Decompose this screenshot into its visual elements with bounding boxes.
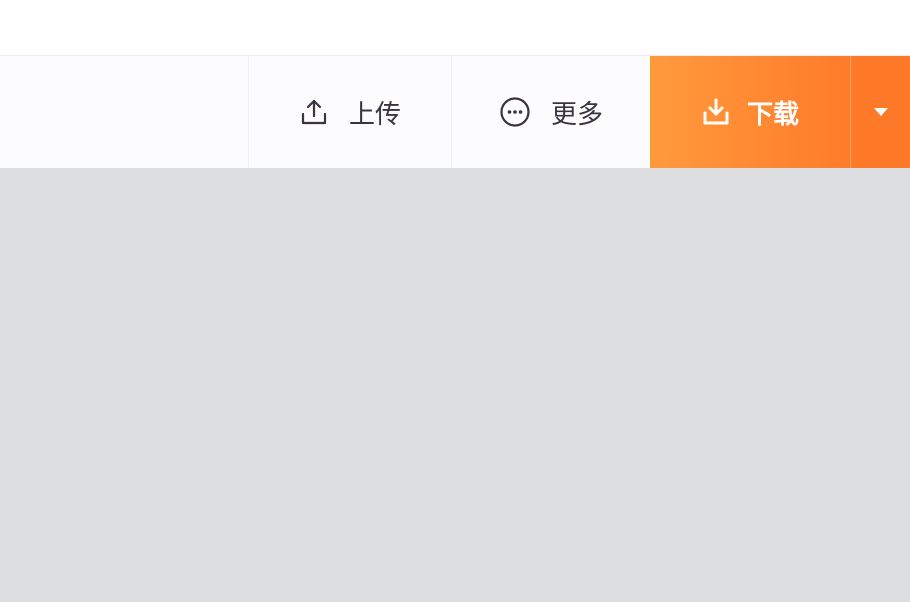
upload-label: 上传	[348, 99, 401, 130]
more-circle-icon	[499, 96, 531, 128]
download-icon	[701, 97, 731, 127]
more-label: 更多	[550, 99, 603, 130]
upload-icon	[299, 97, 329, 127]
action-toolbar: 上传 更多 下载	[0, 56, 910, 168]
download-dropdown-button[interactable]	[851, 56, 910, 168]
download-label: 下载	[746, 99, 799, 130]
download-button[interactable]: 下载	[650, 56, 850, 168]
content-area	[0, 168, 910, 602]
top-bar	[0, 0, 910, 56]
upload-button[interactable]: 上传	[249, 56, 451, 168]
toolbar-empty-area	[0, 56, 248, 168]
caret-down-icon	[873, 107, 889, 117]
more-button[interactable]: 更多	[452, 56, 650, 168]
